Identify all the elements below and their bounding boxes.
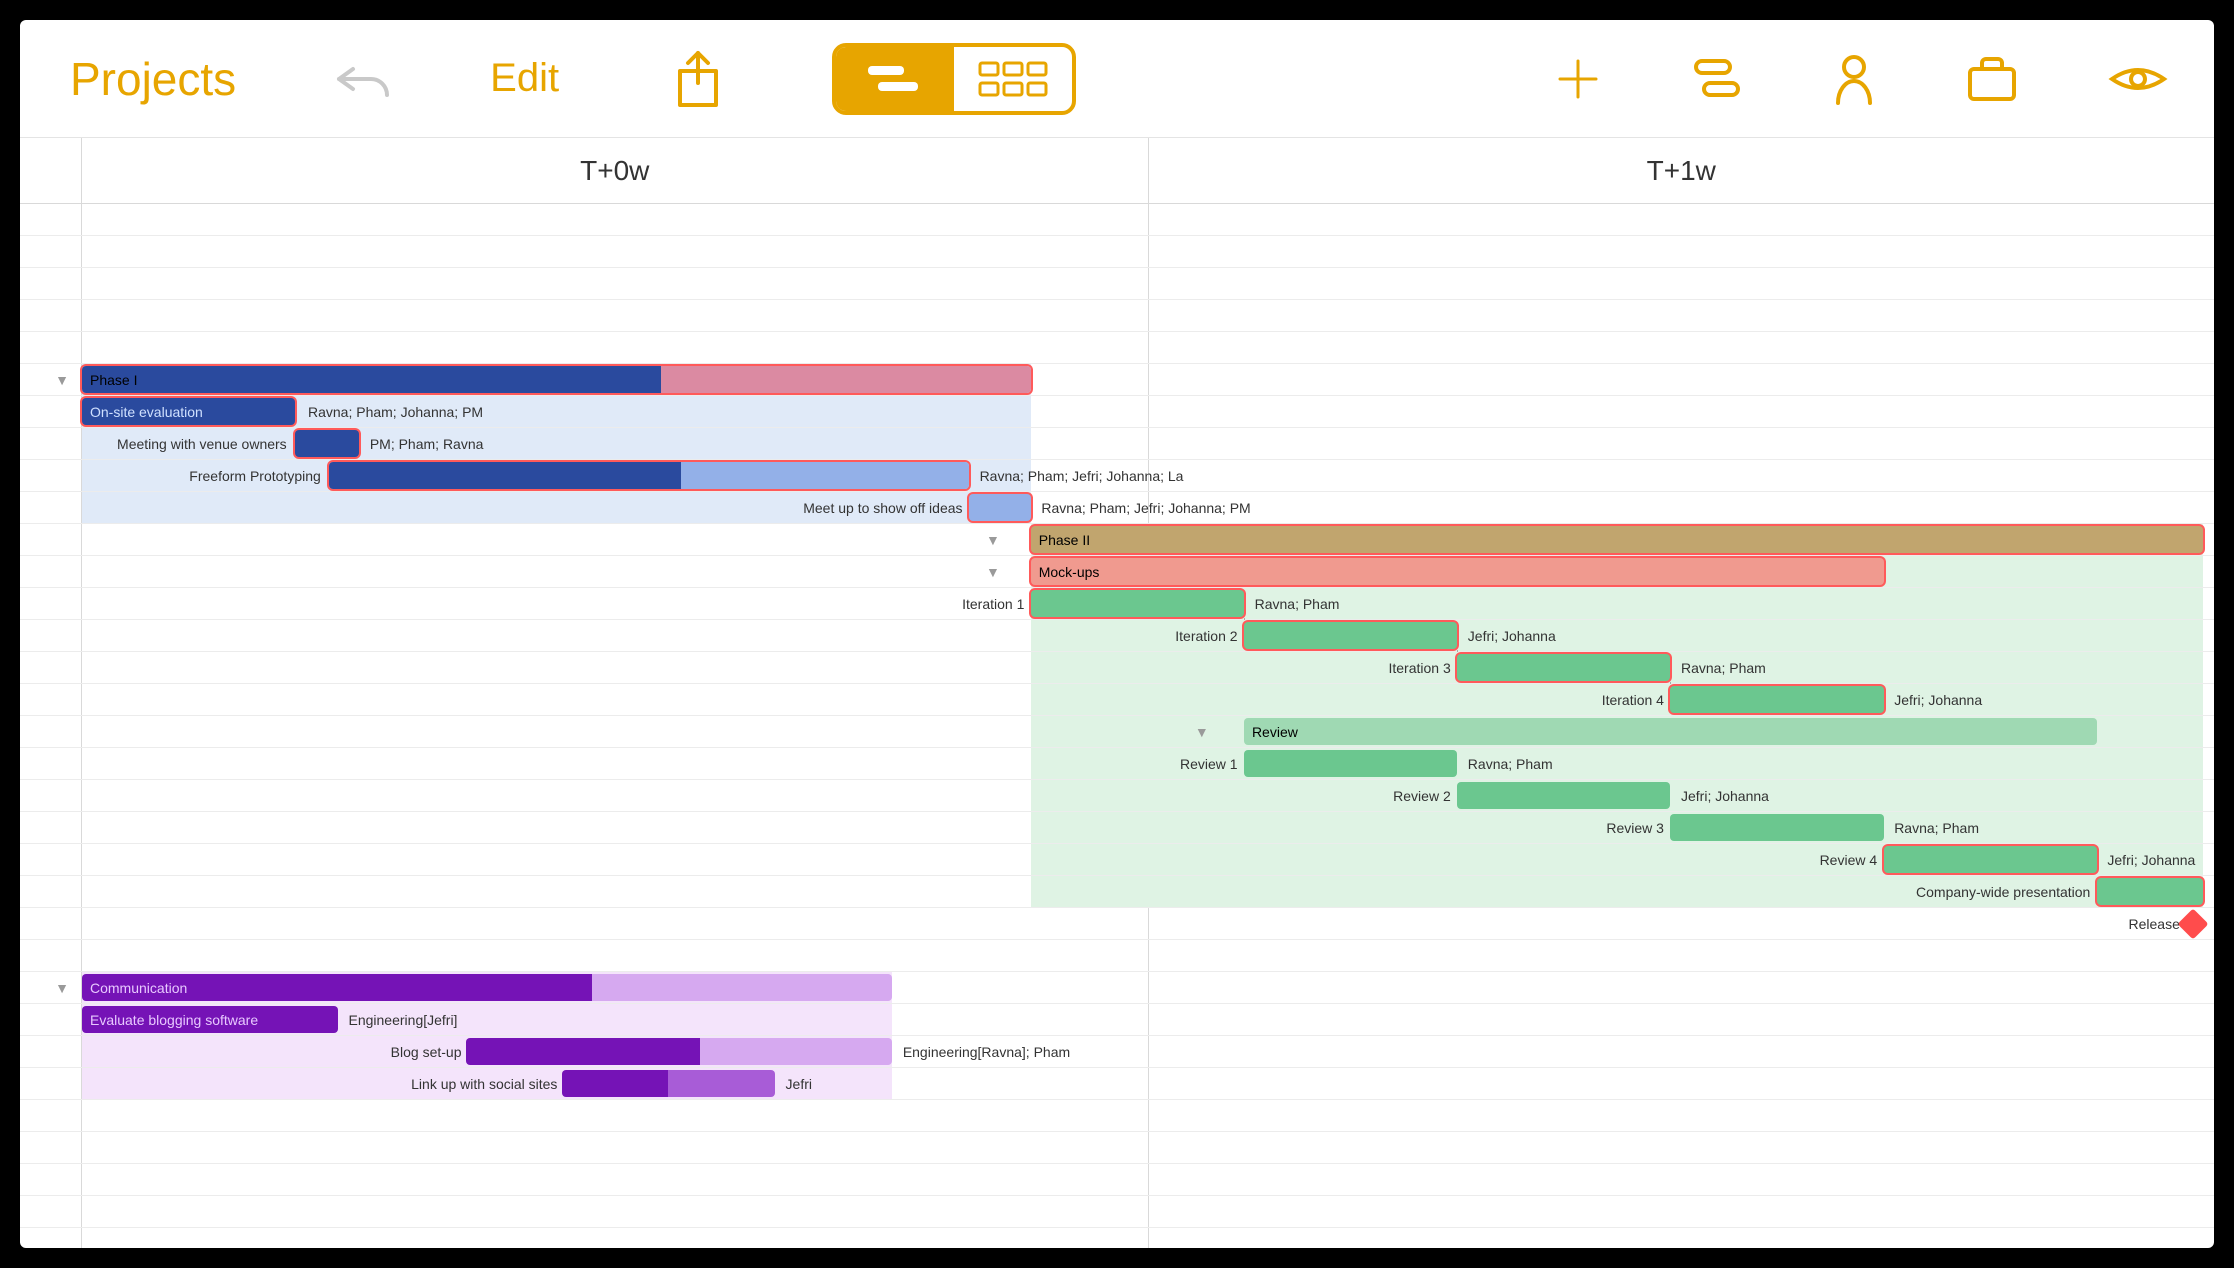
disclosure-triangle-icon[interactable]: ▼ <box>986 564 1000 580</box>
add-button[interactable] <box>1554 55 1602 103</box>
share-button[interactable] <box>674 49 722 109</box>
task-iter1[interactable]: Iteration 1 Ravna; Pham <box>20 588 2214 620</box>
resources-icon[interactable] <box>1832 53 1876 105</box>
task-rev2[interactable]: Review 2 Jefri; Johanna <box>20 780 2214 812</box>
timeline-header: T+0w T+1w <box>20 138 2214 204</box>
projects-back-button[interactable]: Projects <box>70 52 236 106</box>
milestone-diamond-icon <box>2177 908 2208 939</box>
task-label: Review 4 <box>1820 852 1878 868</box>
task-label: Review 3 <box>1606 820 1664 836</box>
edit-button[interactable]: Edit <box>490 56 559 101</box>
resource-label: Engineering[Jefri] <box>349 1012 458 1028</box>
bar-label: Review <box>1244 724 1298 740</box>
task-meetup[interactable]: Meet up to show off ideas Ravna; Pham; J… <box>20 492 2214 524</box>
disclosure-triangle-icon[interactable]: ▼ <box>55 372 69 388</box>
undo-button[interactable] <box>331 55 395 103</box>
disclosure-triangle-icon[interactable]: ▼ <box>986 532 1000 548</box>
bar-label: On-site evaluation <box>82 404 203 420</box>
task-link-social[interactable]: Link up with social sites Jefri <box>20 1068 2214 1100</box>
resource-label: Ravna; Pham <box>1894 820 1979 836</box>
task-label: Iteration 1 <box>962 596 1024 612</box>
resource-label: PM; Pham; Ravna <box>370 436 484 452</box>
resource-label: Jefri; Johanna <box>1468 628 1556 644</box>
task-iter2[interactable]: Iteration 2 Jefri; Johanna <box>20 620 2214 652</box>
task-label: Blog set-up <box>391 1044 462 1060</box>
bar-label: Communication <box>82 980 187 996</box>
task-label: Review 2 <box>1393 788 1451 804</box>
task-meeting[interactable]: Meeting with venue owners PM; Pham; Ravn… <box>20 428 2214 460</box>
task-prototyping[interactable]: Freeform Prototyping Ravna; Pham; Jefri;… <box>20 460 2214 492</box>
tasks-icon[interactable] <box>1690 55 1744 103</box>
task-label: Iteration 2 <box>1175 628 1237 644</box>
group-review[interactable]: ▼ Review <box>20 716 2214 748</box>
task-rev4[interactable]: Review 4 Jefri; Johanna <box>20 844 2214 876</box>
resource-label: Ravna; Pham; Johanna; PM <box>308 404 483 420</box>
resource-label: Jefri; Johanna <box>2107 852 2195 868</box>
group-mockups[interactable]: ▼ Mock-ups <box>20 556 2214 588</box>
task-release-milestone[interactable]: Release <box>20 908 2214 940</box>
bar-label: Phase II <box>1031 532 1090 548</box>
briefcase-icon[interactable] <box>1964 55 2020 103</box>
view-mode-switch[interactable] <box>832 43 1076 115</box>
toolbar: Projects Edit <box>20 20 2214 138</box>
task-label: Company-wide presentation <box>1916 884 2090 900</box>
task-label: Meet up to show off ideas <box>803 500 962 516</box>
resource-label: Jefri; Johanna <box>1681 788 1769 804</box>
task-rev3[interactable]: Review 3 Ravna; Pham <box>20 812 2214 844</box>
resource-label: Jefri; Johanna <box>1894 692 1982 708</box>
gantt-view-segment[interactable] <box>836 47 954 111</box>
resource-label: Engineering[Ravna]; Pham <box>903 1044 1070 1060</box>
resource-label: Jefri <box>786 1076 812 1092</box>
resource-label: Ravna; Pham; Jefri; Johanna; PM <box>1041 500 1250 516</box>
task-label: Review 1 <box>1180 756 1238 772</box>
resource-label: Ravna; Pham; Jefri; Johanna; La <box>980 468 1184 484</box>
task-presentation[interactable]: Company-wide presentation <box>20 876 2214 908</box>
disclosure-triangle-icon[interactable]: ▼ <box>55 980 69 996</box>
bar-label: Evaluate blogging software <box>82 1012 258 1028</box>
timeline-column: T+1w <box>1149 138 2215 203</box>
task-label: Meeting with venue owners <box>117 436 287 452</box>
task-label: Iteration 3 <box>1388 660 1450 676</box>
bar-label: Phase I <box>82 372 137 388</box>
task-iter4[interactable]: Iteration 4 Jefri; Johanna <box>20 684 2214 716</box>
disclosure-triangle-icon[interactable]: ▼ <box>1195 724 1209 740</box>
task-label: Link up with social sites <box>411 1076 557 1092</box>
task-iter3[interactable]: Iteration 3 Ravna; Pham <box>20 652 2214 684</box>
group-communication[interactable]: ▼ Communication <box>20 972 2214 1004</box>
task-eval-blog[interactable]: Evaluate blogging software Engineering[J… <box>20 1004 2214 1036</box>
view-options-icon[interactable] <box>2108 59 2168 99</box>
task-label: Iteration 4 <box>1602 692 1664 708</box>
group-phase2[interactable]: ▼ Phase II <box>20 524 2214 556</box>
gantt-chart[interactable]: ▼ Phase I On-si <box>20 204 2214 1248</box>
task-rev1[interactable]: Review 1 Ravna; Pham <box>20 748 2214 780</box>
bar-label: Mock-ups <box>1031 564 1100 580</box>
task-label: Release <box>2129 916 2180 932</box>
group-phase1[interactable]: ▼ Phase I <box>20 364 2214 396</box>
task-blog-setup[interactable]: Blog set-up Engineering[Ravna]; Pham <box>20 1036 2214 1068</box>
task-onsite[interactable]: On-site evaluation Ravna; Pham; Johanna;… <box>20 396 2214 428</box>
task-label: Freeform Prototyping <box>189 468 321 484</box>
resource-label: Ravna; Pham <box>1255 596 1340 612</box>
resource-label: Ravna; Pham <box>1681 660 1766 676</box>
network-view-segment[interactable] <box>954 47 1072 111</box>
timeline-column: T+0w <box>82 138 1149 203</box>
resource-label: Ravna; Pham <box>1468 756 1553 772</box>
